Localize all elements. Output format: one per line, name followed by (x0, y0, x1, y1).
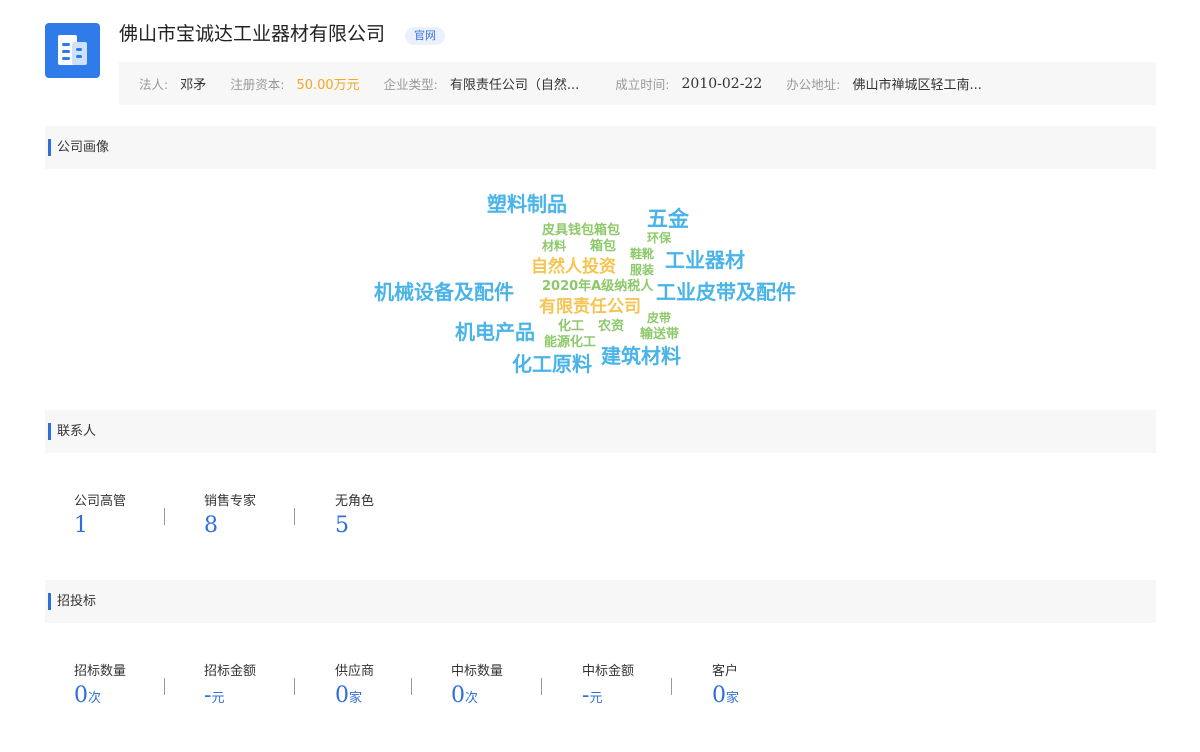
cloud-word[interactable]: 建筑材料 (601, 346, 681, 366)
info-office-address: 办公地址: 佛山市禅城区轻工南... (786, 74, 982, 93)
stat-unit: 家 (349, 691, 363, 706)
stat-number: 0 (335, 683, 349, 708)
stat-label: 客户 (712, 664, 739, 679)
section-title: 招投标 (57, 594, 97, 609)
tag-word-cloud: 塑料制品 五金 皮具钱包箱包 环保 材料 箱包 鞋靴 自然人投资 工业器材 服装… (0, 0, 1200, 752)
stat-value[interactable]: 0次 (74, 683, 126, 712)
stat-number: 0 (74, 683, 88, 708)
stat-executives[interactable]: 公司高管 1 (74, 494, 126, 539)
stat-suppliers[interactable]: 供应商 0家 (335, 664, 374, 712)
stat-divider (671, 678, 672, 695)
section-header-portrait: 公司画像 (45, 126, 1156, 169)
stat-label: 供应商 (335, 664, 375, 679)
cloud-word[interactable]: 皮带 (647, 312, 671, 324)
stat-value[interactable]: 5 (335, 513, 374, 539)
stat-label: 中标金额 (582, 664, 635, 679)
info-legal-person: 法人: 邓矛 (139, 74, 206, 93)
company-name: 佛山市宝诚达工业器材有限公司 (119, 23, 386, 45)
stat-customers[interactable]: 客户 0家 (712, 664, 739, 712)
stat-value[interactable]: -元 (204, 683, 256, 712)
stat-sales-experts[interactable]: 销售专家 8 (204, 494, 256, 539)
cloud-word[interactable]: 机械设备及配件 (374, 282, 514, 302)
stat-value[interactable]: 8 (204, 513, 256, 539)
cloud-word[interactable]: 输送带 (640, 328, 679, 341)
stat-label: 无角色 (335, 494, 375, 509)
stat-unit: 家 (726, 691, 740, 706)
stat-divider (294, 678, 295, 695)
cloud-word[interactable]: 自然人投资 (531, 259, 616, 276)
cloud-word[interactable]: 材料 (542, 240, 566, 252)
official-site-badge[interactable]: 官网 (405, 27, 445, 45)
section-header-bidding: 招投标 (45, 580, 1156, 623)
cloud-word[interactable]: 有限责任公司 (539, 299, 641, 316)
stat-value[interactable]: 1 (74, 513, 126, 539)
cloud-word[interactable]: 2020年A级纳税人 (542, 280, 653, 293)
stat-unit: 次 (465, 691, 479, 706)
stat-divider (294, 508, 295, 525)
cloud-word[interactable]: 化工原料 (512, 354, 592, 374)
cloud-word[interactable]: 环保 (647, 232, 671, 244)
stat-divider (541, 678, 542, 695)
stat-label: 招标数量 (74, 664, 127, 679)
section-accent-bar (48, 593, 51, 610)
stat-number: 0 (712, 683, 726, 708)
info-label: 办公地址: (786, 77, 841, 92)
stat-tender-amount[interactable]: 招标金额 -元 (204, 664, 256, 712)
cloud-word[interactable]: 农资 (598, 320, 624, 333)
stat-unit: 元 (211, 691, 225, 706)
info-label: 成立时间: (615, 77, 670, 92)
cloud-word[interactable]: 工业器材 (665, 250, 745, 270)
section-accent-bar (48, 423, 51, 440)
info-value: 50.00万元 (296, 78, 360, 93)
stat-label: 公司高管 (74, 494, 127, 509)
cloud-word[interactable]: 鞋靴 (630, 248, 654, 260)
stat-label: 销售专家 (204, 494, 257, 509)
info-label: 企业类型: (383, 77, 438, 92)
info-value[interactable]: 邓矛 (180, 74, 206, 93)
stat-tender-count[interactable]: 招标数量 0次 (74, 664, 126, 712)
stat-award-amount[interactable]: 中标金额 -元 (582, 664, 634, 712)
cloud-word[interactable]: 能源化工 (544, 336, 596, 349)
stat-divider (164, 678, 165, 695)
cloud-word[interactable]: 服装 (630, 264, 654, 276)
section-title: 公司画像 (57, 140, 110, 155)
info-label: 注册资本: (230, 77, 285, 92)
stat-number: 0 (451, 683, 465, 708)
building-document-icon (58, 35, 87, 65)
stat-value[interactable]: -元 (582, 683, 634, 712)
stat-label: 招标金额 (204, 664, 257, 679)
stat-unit: 次 (88, 691, 102, 706)
info-value: 佛山市禅城区轻工南... (852, 78, 982, 93)
info-value: 有限责任公司（自然... (449, 78, 580, 93)
company-info-bar: 法人: 邓矛 注册资本: 50.00万元 企业类型: 有限责任公司（自然... … (119, 62, 1156, 105)
info-label: 法人: (139, 77, 169, 92)
stat-value[interactable]: 0次 (451, 683, 503, 712)
cloud-word[interactable]: 皮具钱包箱包 (542, 224, 620, 237)
stat-value[interactable]: 0家 (335, 683, 374, 712)
cloud-word[interactable]: 箱包 (590, 240, 616, 253)
cloud-word[interactable]: 工业皮带及配件 (656, 282, 796, 302)
section-accent-bar (48, 139, 51, 156)
stat-label: 中标数量 (451, 664, 504, 679)
stat-no-role[interactable]: 无角色 5 (335, 494, 374, 539)
info-value: 2010-02-22 (681, 75, 763, 92)
company-logo (45, 23, 100, 78)
cloud-word[interactable]: 机电产品 (455, 322, 535, 342)
stat-value[interactable]: 0家 (712, 683, 739, 712)
section-title: 联系人 (57, 424, 97, 439)
cloud-word[interactable]: 五金 (647, 209, 689, 230)
cloud-word[interactable]: 化工 (558, 320, 584, 333)
stat-divider (411, 678, 412, 695)
stat-unit: 元 (589, 691, 603, 706)
stat-award-count[interactable]: 中标数量 0次 (451, 664, 503, 712)
section-header-contacts: 联系人 (45, 410, 1156, 453)
info-founded-date: 成立时间: 2010-02-22 (615, 74, 762, 93)
cloud-word[interactable]: 塑料制品 (487, 194, 567, 214)
info-registered-capital: 注册资本: 50.00万元 (230, 74, 359, 93)
info-company-type: 企业类型: 有限责任公司（自然... (384, 74, 592, 93)
stat-divider (164, 508, 165, 525)
